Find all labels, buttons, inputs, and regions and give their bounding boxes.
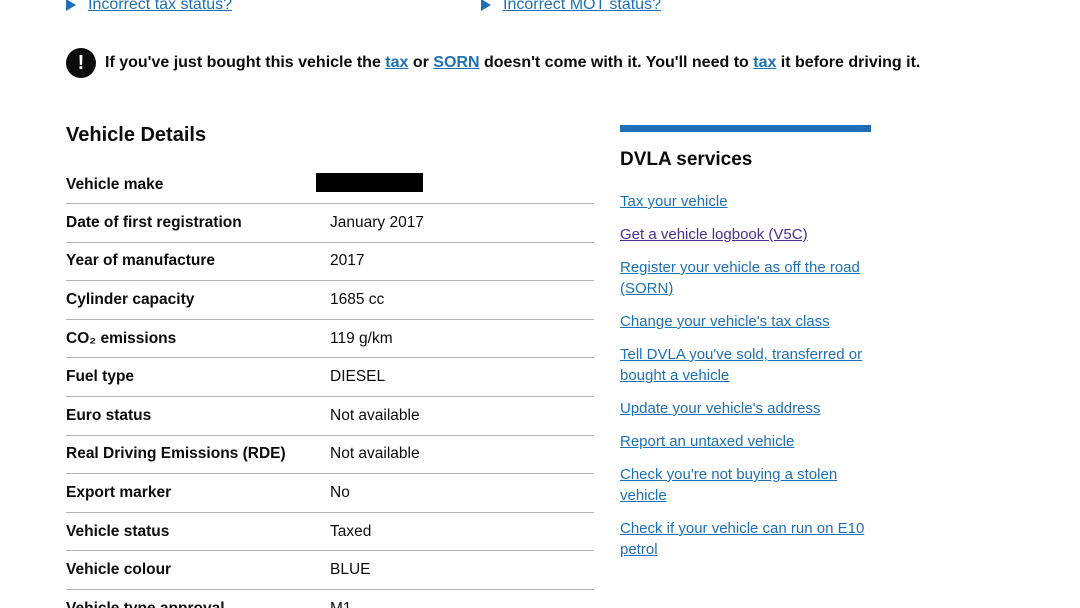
row-label: Export marker bbox=[66, 483, 172, 501]
table-row: Vehicle make bbox=[66, 166, 594, 204]
dvla-services-title: DVLA services bbox=[620, 149, 753, 170]
check-stolen-link[interactable]: Check you're not buying a stolen vehicle bbox=[620, 466, 837, 504]
row-label: Vehicle status bbox=[66, 522, 170, 540]
tax-link-2[interactable]: tax bbox=[753, 54, 776, 71]
row-value: BLUE bbox=[330, 561, 371, 579]
exclamation-icon: ! bbox=[66, 48, 96, 78]
table-row: Date of first registration January 2017 bbox=[66, 204, 594, 243]
table-row: Fuel type DIESEL bbox=[66, 358, 594, 397]
tell-dvla-sold-link[interactable]: Tell DVLA you've sold, transferred or bo… bbox=[620, 346, 862, 384]
list-item: Check if your vehicle can run on E10 pet… bbox=[620, 518, 871, 560]
incorrect-tax-status-link[interactable]: Incorrect tax status? bbox=[88, 0, 232, 14]
get-logbook-link[interactable]: Get a vehicle logbook (V5C) bbox=[620, 226, 808, 243]
tax-your-vehicle-link[interactable]: Tax your vehicle bbox=[620, 193, 728, 210]
services-list: Tax your vehicle Get a vehicle logbook (… bbox=[620, 191, 871, 560]
table-row: Cylinder capacity 1685 cc bbox=[66, 281, 594, 320]
table-row: CO₂ emissions 119 g/km bbox=[66, 320, 594, 359]
row-label: Year of manufacture bbox=[66, 252, 216, 270]
warning-text-part: If you've just bought this vehicle the bbox=[105, 54, 386, 71]
row-value: 2017 bbox=[330, 252, 365, 270]
table-row: Real Driving Emissions (RDE) Not availab… bbox=[66, 436, 594, 475]
list-item: Update your vehicle's address bbox=[620, 398, 871, 419]
row-label: Vehicle make bbox=[66, 175, 164, 193]
register-sorn-link[interactable]: Register your vehicle as off the road (S… bbox=[620, 259, 860, 297]
dvla-services-panel: DVLA services Tax your vehicle Get a veh… bbox=[620, 125, 871, 572]
redacted-block bbox=[316, 172, 423, 192]
table-row: Year of manufacture 2017 bbox=[66, 243, 594, 282]
list-item: Change your vehicle's tax class bbox=[620, 311, 871, 332]
row-value: Taxed bbox=[330, 522, 372, 540]
tax-link[interactable]: tax bbox=[385, 54, 408, 71]
row-value: 119 g/km bbox=[330, 329, 393, 347]
triangle-right-icon bbox=[66, 0, 76, 11]
update-address-link[interactable]: Update your vehicle's address bbox=[620, 400, 820, 417]
list-item: Tell DVLA you've sold, transferred or bo… bbox=[620, 344, 871, 386]
services-accent-bar bbox=[620, 125, 871, 132]
list-item: Register your vehicle as off the road (S… bbox=[620, 257, 871, 299]
row-label: CO₂ emissions bbox=[66, 329, 177, 347]
row-label: Vehicle colour bbox=[66, 561, 172, 579]
sorn-link[interactable]: SORN bbox=[433, 54, 479, 71]
row-value: Not available bbox=[330, 406, 420, 424]
check-e10-link[interactable]: Check if your vehicle can run on E10 pet… bbox=[620, 520, 864, 558]
table-row: Vehicle colour BLUE bbox=[66, 551, 594, 590]
report-untaxed-link[interactable]: Report an untaxed vehicle bbox=[620, 433, 794, 450]
table-row: Export marker No bbox=[66, 474, 594, 513]
list-item: Report an untaxed vehicle bbox=[620, 431, 871, 452]
triangle-right-icon bbox=[481, 0, 491, 11]
details-toggle-tax[interactable]: Incorrect tax status? bbox=[66, 0, 232, 14]
list-item: Tax your vehicle bbox=[620, 191, 871, 212]
list-item: Get a vehicle logbook (V5C) bbox=[620, 224, 871, 245]
warning-text-part: doesn't come with it. You'll need to bbox=[479, 54, 754, 71]
warning-notice: ! If you've just bought this vehicle the… bbox=[66, 48, 920, 78]
details-toggle-mot[interactable]: Incorrect MOT status? bbox=[481, 0, 661, 14]
list-item: Check you're not buying a stolen vehicle bbox=[620, 464, 871, 506]
vehicle-details-table: Vehicle make Date of first registration … bbox=[66, 166, 594, 608]
incorrect-mot-status-link[interactable]: Incorrect MOT status? bbox=[503, 0, 661, 14]
row-value: No bbox=[330, 483, 350, 501]
row-label: Date of first registration bbox=[66, 213, 242, 231]
table-row: Vehicle type approval M1 bbox=[66, 590, 594, 608]
row-label: Fuel type bbox=[66, 368, 135, 386]
vehicle-details-title: Vehicle Details bbox=[66, 124, 207, 146]
warning-text: If you've just bought this vehicle the t… bbox=[105, 54, 920, 72]
row-value: January 2017 bbox=[330, 213, 424, 231]
row-value: M1 bbox=[330, 600, 594, 608]
row-value bbox=[316, 172, 594, 197]
row-label: Vehicle type approval bbox=[66, 600, 330, 608]
table-row: Vehicle status Taxed bbox=[66, 513, 594, 552]
row-value: DIESEL bbox=[330, 368, 386, 386]
row-value: 1685 cc bbox=[330, 290, 385, 308]
row-label: Euro status bbox=[66, 406, 152, 424]
table-row: Euro status Not available bbox=[66, 397, 594, 436]
warning-text-part: or bbox=[408, 54, 434, 71]
row-value: Not available bbox=[330, 445, 420, 463]
row-label: Cylinder capacity bbox=[66, 290, 195, 308]
page: Incorrect tax status? Incorrect MOT stat… bbox=[0, 0, 1080, 608]
row-label: Real Driving Emissions (RDE) bbox=[66, 445, 286, 463]
warning-text-part: it before driving it. bbox=[776, 54, 921, 71]
change-tax-class-link[interactable]: Change your vehicle's tax class bbox=[620, 313, 830, 330]
